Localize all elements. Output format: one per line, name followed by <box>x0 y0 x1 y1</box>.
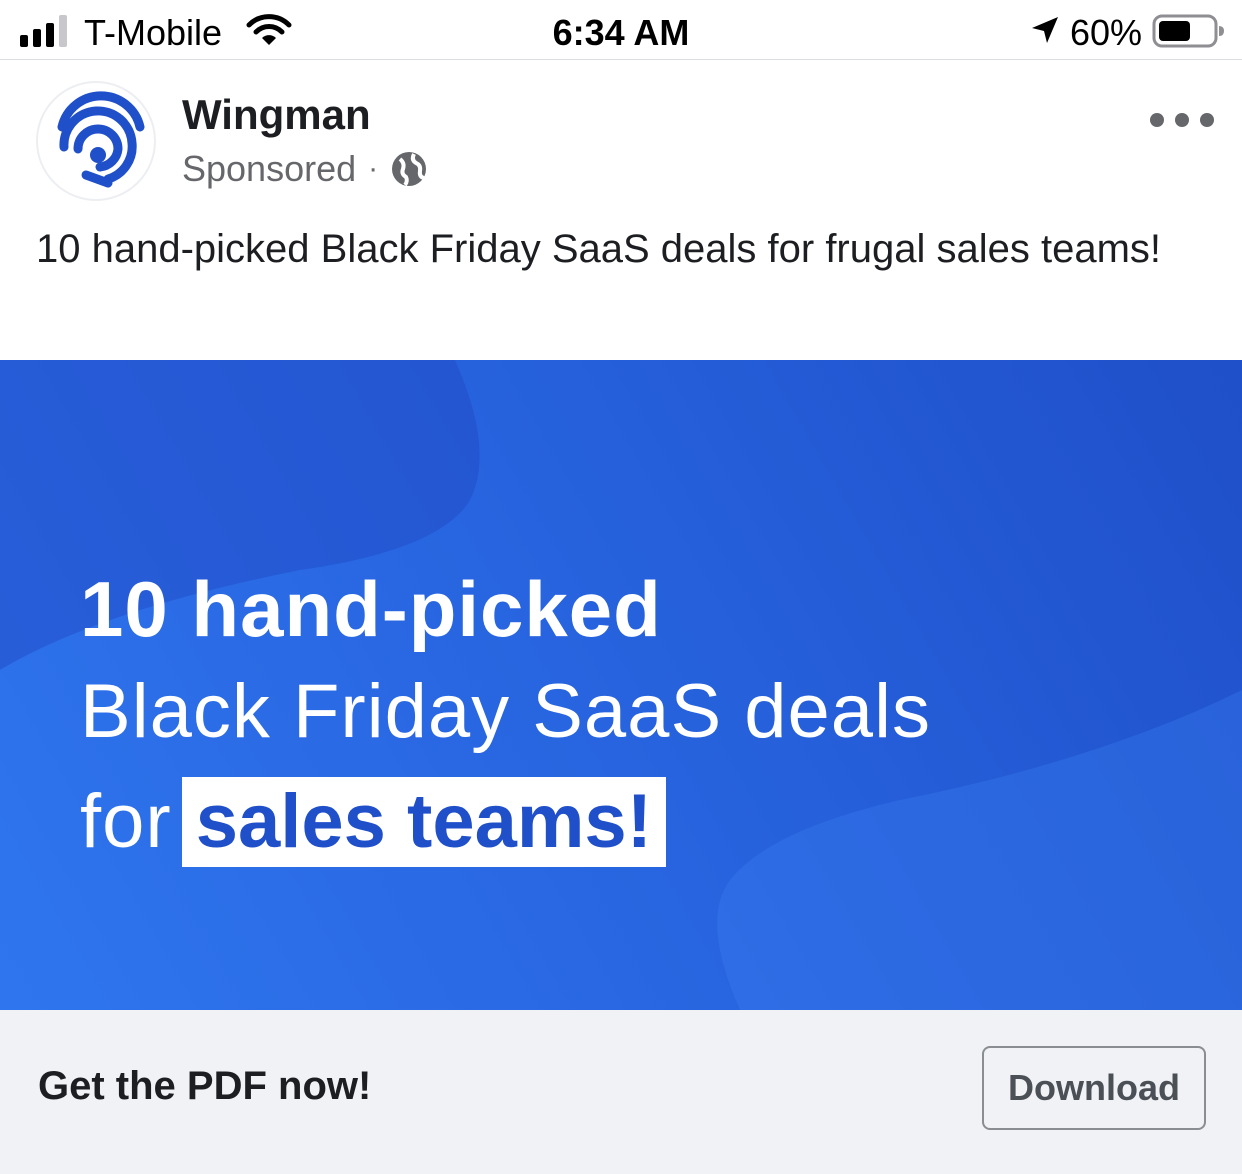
status-bar: T-Mobile 6:34 AM 60% <box>0 0 1242 60</box>
more-options-button[interactable] <box>1150 105 1214 135</box>
location-arrow-icon <box>1032 17 1058 43</box>
globe-icon[interactable] <box>390 150 428 188</box>
creative-headline: 10 hand-picked Black Friday SaaS deals f… <box>80 560 931 878</box>
headline-line-2: Black Friday SaaS deals <box>80 669 931 754</box>
cta-headline[interactable]: Get the PDF now! <box>38 1064 371 1109</box>
wifi-icon <box>246 14 292 45</box>
headline-line-3: for sales teams! <box>80 766 931 878</box>
page-avatar[interactable] <box>36 81 156 201</box>
battery-icon <box>1152 14 1224 48</box>
post-header: Wingman Sponsored · <box>0 61 1242 221</box>
headline-prefix: for <box>80 779 172 864</box>
wingman-logo-icon <box>57 91 145 188</box>
battery-percent: 60% <box>1070 12 1143 53</box>
page-name[interactable]: Wingman <box>182 91 371 139</box>
signal-icon <box>20 15 67 47</box>
more-options-icon <box>1150 113 1164 127</box>
ad-creative-image[interactable]: 10 hand-picked Black Friday SaaS deals f… <box>0 360 1242 1010</box>
sponsored-label[interactable]: Sponsored <box>182 148 356 190</box>
download-button[interactable]: Download <box>982 1046 1206 1130</box>
cta-bar: Get the PDF now! Download <box>0 1010 1242 1174</box>
headline-highlight: sales teams! <box>181 777 666 867</box>
carrier-name: T-Mobile <box>84 12 223 53</box>
post-text: 10 hand-picked Black Friday SaaS deals f… <box>36 227 1162 271</box>
meta-separator: · <box>368 152 379 185</box>
headline-line-1: 10 hand-picked <box>80 565 662 653</box>
post-meta: Sponsored · <box>182 147 428 191</box>
